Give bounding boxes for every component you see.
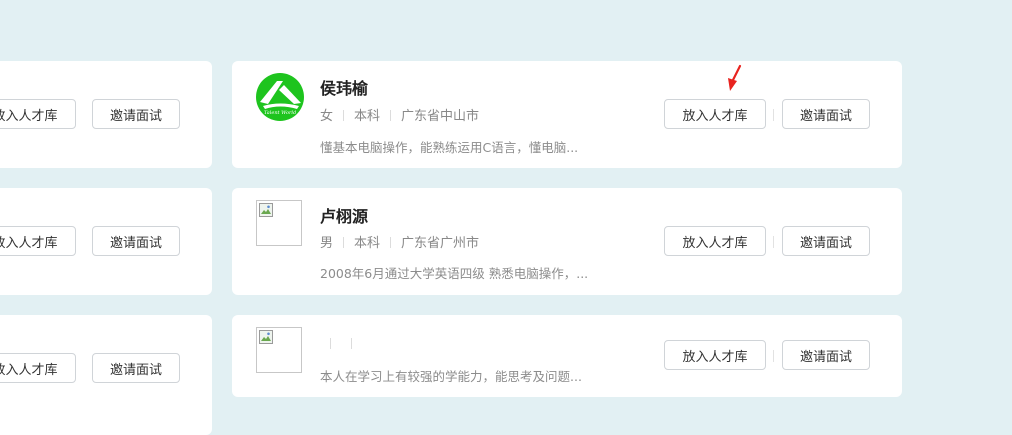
- divider: [351, 338, 352, 349]
- candidate-meta: 男 本科 广东省广州市: [320, 232, 479, 251]
- invite-interview-button[interactable]: 邀请面试: [92, 226, 180, 256]
- left-candidate-card-1: 放入人才库 邀请面试: [0, 61, 212, 168]
- red-arrow-icon: [728, 64, 742, 91]
- svg-text:Talent World: Talent World: [264, 110, 296, 116]
- location: 广东省广州市: [401, 236, 480, 251]
- talent-pool-button[interactable]: 放入人才库: [664, 226, 766, 256]
- candidate-card-3[interactable]: 本人在学习上有较强的学能力，能思考及问题... 放入人才库 邀请面试: [232, 315, 902, 397]
- invite-interview-button[interactable]: 邀请面试: [782, 340, 870, 370]
- location: 广东省中山市: [401, 109, 480, 124]
- image-placeholder-icon: [259, 330, 273, 344]
- education: 本科: [354, 236, 381, 251]
- candidate-name[interactable]: 卢栩源: [320, 203, 368, 227]
- broken-image-icon: [256, 200, 302, 246]
- candidate-summary: 懂基本电脑操作，能熟练运用C语言，懂电脑...: [320, 140, 579, 155]
- invite-interview-button[interactable]: 邀请面试: [782, 226, 870, 256]
- divider: [343, 110, 345, 121]
- gender: 女: [320, 109, 334, 124]
- avatar: Talent World: [256, 73, 304, 121]
- talent-pool-button[interactable]: 放入人才库: [664, 99, 766, 129]
- divider: [343, 237, 345, 248]
- talent-pool-button[interactable]: 放入人才库: [0, 353, 76, 383]
- divider: [390, 110, 392, 121]
- talent-pool-button[interactable]: 放入人才库: [0, 99, 76, 129]
- divider: [330, 338, 331, 349]
- gender: 男: [320, 236, 334, 251]
- candidate-summary: 本人在学习上有较强的学能力，能思考及问题...: [320, 369, 582, 384]
- education: 本科: [354, 109, 381, 124]
- divider: [773, 109, 774, 121]
- candidate-name[interactable]: 侯玮榆: [320, 75, 368, 99]
- left-candidate-card-2: 放入人才库 邀请面试: [0, 188, 212, 295]
- divider: [773, 350, 774, 362]
- divider: [773, 236, 774, 248]
- image-placeholder-icon: [259, 203, 273, 217]
- divider: [390, 237, 392, 248]
- talent-pool-button[interactable]: 放入人才库: [664, 340, 766, 370]
- invite-interview-button[interactable]: 邀请面试: [92, 353, 180, 383]
- candidate-meta: [320, 337, 362, 352]
- invite-interview-button[interactable]: 邀请面试: [782, 99, 870, 129]
- talent-pool-button[interactable]: 放入人才库: [0, 226, 76, 256]
- left-candidate-card-3: 放入人才库 邀请面试: [0, 315, 212, 435]
- candidate-meta: 女 本科 广东省中山市: [320, 105, 479, 124]
- candidate-card-1[interactable]: Talent World 侯玮榆 女 本科 广东省中山市 懂基本电脑操作，能熟练运用…: [232, 61, 902, 168]
- candidate-summary: 2008年6月通过大学英语四级 熟悉电脑操作，...: [320, 266, 589, 281]
- candidate-card-2[interactable]: 卢栩源 男 本科 广东省广州市 2008年6月通过大学英语四级 熟悉电脑操作，...…: [232, 188, 902, 295]
- invite-interview-button[interactable]: 邀请面试: [92, 99, 180, 129]
- broken-image-icon: [256, 327, 302, 373]
